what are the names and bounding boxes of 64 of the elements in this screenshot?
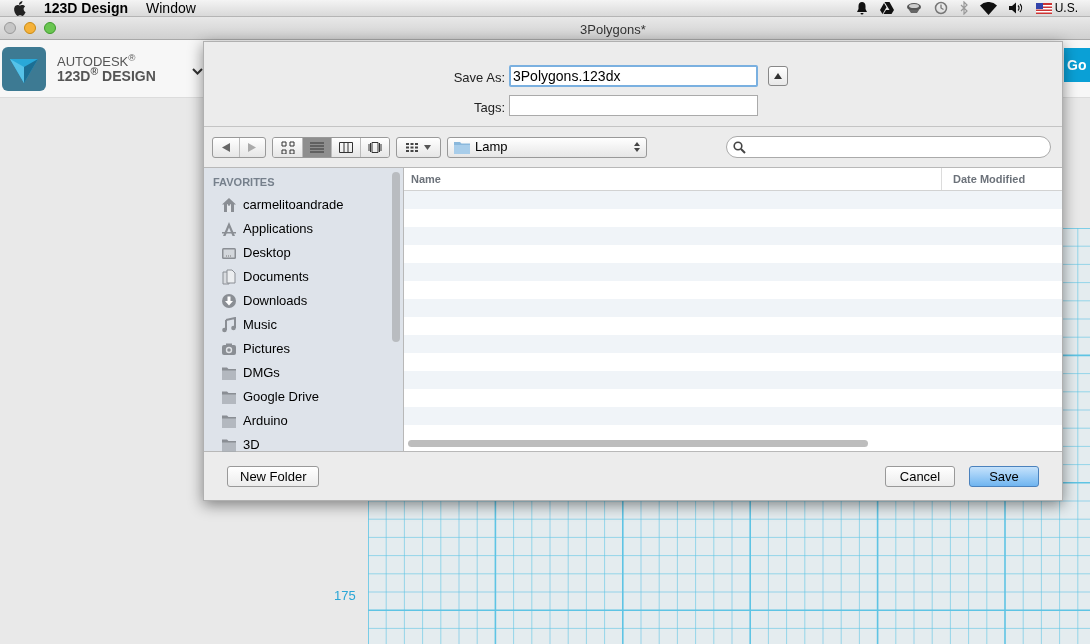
back-forward-control[interactable] [212, 136, 266, 158]
dialog-button[interactable]: Cancel [885, 465, 955, 487]
window-title: 3Polygons* [580, 21, 646, 39]
cup-icon[interactable] [905, 2, 922, 14]
clock-icon[interactable] [933, 1, 948, 15]
bell-icon[interactable] [855, 1, 868, 15]
apple-logo-icon[interactable] [12, 0, 26, 16]
view-mode-button[interactable] [360, 137, 389, 157]
sidebar-item[interactable]: DMGs [204, 360, 282, 385]
view-mode-button[interactable] [273, 137, 302, 157]
home-icon [221, 196, 237, 213]
stepper-icon [634, 142, 640, 152]
applications-icon [221, 220, 237, 237]
list-view-icon [310, 140, 324, 154]
caret-icon [424, 144, 431, 150]
search-icon [733, 140, 746, 154]
sidebar-item[interactable]: Desktop [204, 240, 293, 265]
collapse-button[interactable] [768, 66, 788, 86]
drive-icon[interactable] [879, 2, 894, 14]
view-mode-button[interactable] [331, 137, 360, 157]
save-as-field[interactable]: 3Polygons.123dx [509, 65, 758, 87]
back-icon[interactable] [221, 142, 230, 152]
tags-label: Tags: [473, 99, 505, 117]
volume-icon[interactable] [1008, 2, 1024, 14]
search-field[interactable] [726, 136, 1051, 158]
location-popup[interactable]: Lamp [447, 136, 647, 158]
menu-item[interactable]: Window [146, 0, 196, 19]
wifi-icon[interactable] [979, 1, 997, 15]
documents-icon [221, 268, 237, 285]
column-header[interactable]: Name [404, 170, 941, 188]
column-view-icon [339, 140, 353, 154]
horizontal-scrollbar-thumb[interactable] [408, 440, 868, 447]
arrange-button[interactable] [396, 136, 441, 158]
app-logo-icon [2, 46, 46, 91]
sidebar-heading: FAVORITES [212, 175, 275, 190]
triangle-up-icon [774, 73, 782, 79]
column-header[interactable]: Date Modified [941, 168, 1062, 190]
sidebar-item[interactable]: Google Drive [204, 384, 321, 409]
sidebar-item[interactable]: Applications [204, 216, 316, 241]
flag-icon[interactable] [1035, 2, 1052, 14]
product-name: 123D$^{®}$ DESIGN [57, 68, 156, 84]
default-button[interactable]: Save [969, 465, 1039, 487]
downloads-icon [221, 292, 237, 309]
sidebar-item[interactable]: Documents [204, 264, 311, 289]
music-icon [221, 316, 237, 333]
sidebar-item[interactable]: carmelitoandrade [204, 192, 346, 217]
grid-icon [406, 142, 418, 152]
zoom-button[interactable] [44, 22, 56, 34]
sidebar-item[interactable]: Arduino [204, 408, 290, 433]
chevron-down-icon[interactable] [192, 68, 203, 75]
sidebar-item[interactable]: Music [204, 312, 279, 337]
sidebar-item[interactable]: Downloads [204, 288, 310, 313]
sidebar-item[interactable]: 3D [204, 432, 262, 457]
menu-app-name[interactable]: 123D Design [44, 0, 129, 19]
cover-flow-icon [368, 140, 382, 154]
scrollbar-thumb[interactable] [392, 172, 400, 342]
icon-view-icon [280, 140, 295, 154]
input-source-label[interactable]: U.S. [1054, 0, 1078, 17]
folder-icon [454, 140, 470, 154]
save-as-label: Save As: [453, 69, 505, 87]
sidebar-item[interactable]: Pictures [204, 336, 292, 361]
tags-field[interactable] [509, 95, 758, 116]
axis-label: 175 [334, 587, 356, 605]
dialog-button[interactable]: New Folder [227, 465, 320, 487]
